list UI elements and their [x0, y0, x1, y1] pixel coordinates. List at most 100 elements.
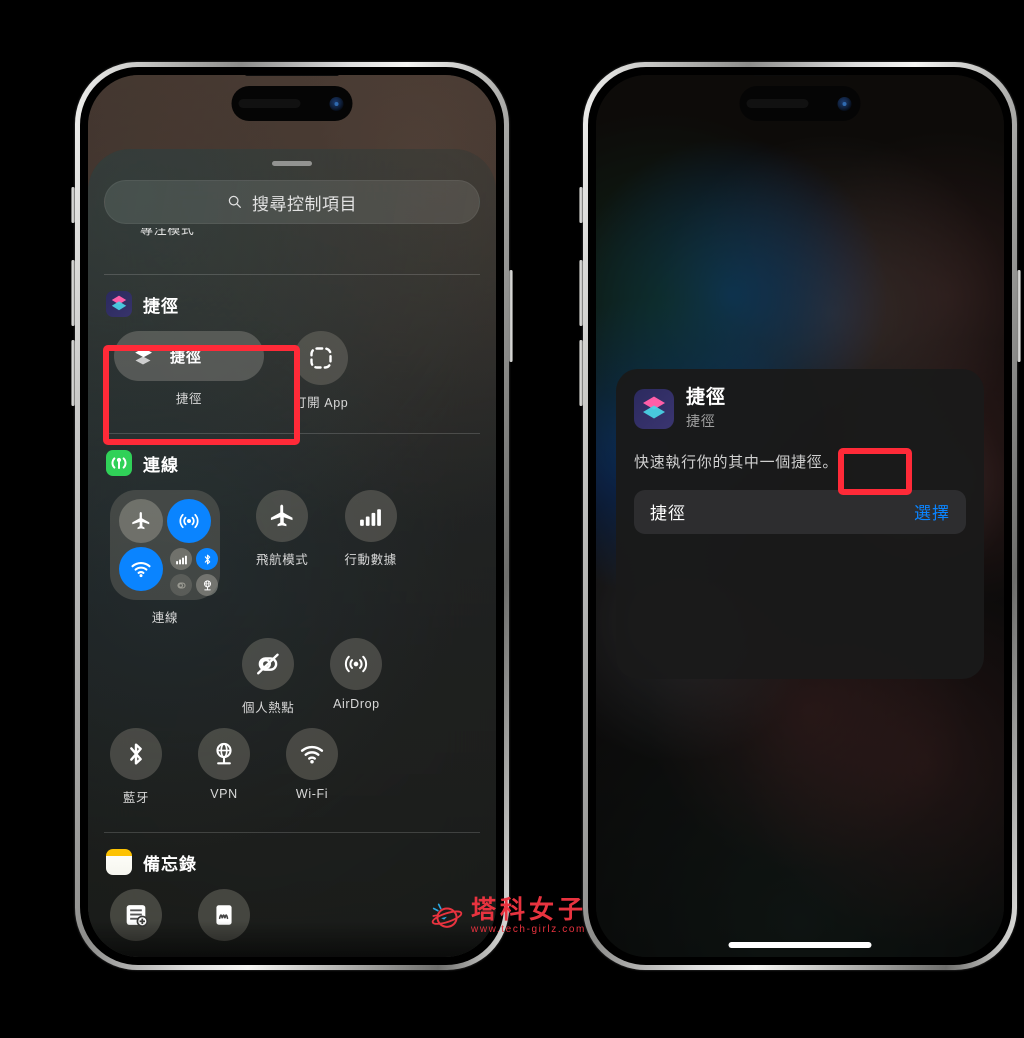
connectivity-tiles-row3: 藍牙 VPN Wi-Fi [88, 716, 496, 806]
airdrop-icon [179, 513, 199, 529]
volume-up-button[interactable] [579, 260, 583, 326]
airdrop-toggle[interactable] [167, 499, 211, 543]
volume-down-button[interactable] [71, 340, 75, 406]
wifi-button[interactable] [286, 728, 338, 780]
tile-personal-hotspot[interactable]: 個人熱點 [242, 638, 295, 716]
right-phone-bezel: 捷徑 捷徑 快速執行你的其中一個捷徑。 捷徑 選擇 [588, 67, 1012, 965]
shortcuts-app-icon [634, 388, 674, 429]
watermark-url: www.tech-girlz.com [471, 924, 586, 935]
cellular-bars-icon [175, 555, 187, 564]
vpn-globe-icon [203, 579, 211, 590]
search-input[interactable]: 搜尋控制項目 [104, 180, 480, 224]
cellular-toggle[interactable] [170, 548, 192, 570]
connectivity-tiles-row2: 個人熱點 AirDrop [88, 626, 496, 716]
dialog-header: 捷徑 捷徑 [634, 387, 966, 431]
tile-caption-hotspot: 個人熱點 [242, 701, 295, 715]
bluetooth-button[interactable] [110, 728, 162, 780]
tile-caption-airplane: 飛航模式 [256, 553, 309, 567]
dialog-title-block: 捷徑 捷徑 [686, 387, 726, 431]
watermark-text: 塔科女子 www.tech-girlz.com [471, 897, 587, 935]
tile-vpn[interactable]: VPN [198, 728, 250, 801]
airplane-mode-toggle[interactable] [119, 499, 163, 543]
left-phone-screen: 搜尋控制項目 專注模式 捷徑 捷徑 捷徑 打開 App 連線 連線 飛航模式 行… [88, 75, 496, 957]
action-button[interactable] [579, 187, 583, 223]
personal-hotspot-button[interactable] [242, 638, 295, 690]
shortcuts-pill-widget[interactable]: 捷徑 [114, 331, 264, 381]
connectivity-icon [106, 450, 132, 476]
airplane-icon [271, 504, 293, 527]
control-center-editor-sheet: 搜尋控制項目 專注模式 捷徑 捷徑 捷徑 打開 App 連線 連線 飛航模式 行… [88, 149, 496, 957]
screenshot-stage: 搜尋控制項目 專注模式 捷徑 捷徑 捷徑 打開 App 連線 連線 飛航模式 行… [0, 0, 1024, 1038]
open-app-button[interactable] [294, 331, 349, 385]
earpiece-slit [245, 75, 339, 76]
watermark-name: 塔科女子 [471, 895, 588, 924]
wifi-icon [300, 745, 324, 764]
volume-down-button[interactable] [579, 340, 583, 406]
sheet-grabber[interactable] [272, 161, 312, 166]
tile-caption-connectivity: 連線 [151, 611, 179, 625]
action-button[interactable] [71, 187, 75, 223]
volume-up-button[interactable] [71, 260, 75, 326]
bluetooth-icon [204, 554, 210, 564]
tile-caption-shortcuts: 捷徑 [175, 392, 203, 406]
dialog-title: 捷徑 [686, 387, 727, 408]
vpn-button[interactable] [198, 728, 250, 780]
cellular-data-button[interactable] [344, 490, 397, 542]
open-app-dashed-square-icon [310, 347, 332, 369]
home-indicator[interactable] [728, 942, 872, 948]
tile-caption-open-app: 打開 App [294, 396, 349, 410]
shortcut-config-dialog: 捷徑 捷徑 快速執行你的其中一個捷徑。 捷徑 選擇 [616, 369, 984, 679]
choose-button[interactable]: 選擇 [914, 499, 950, 524]
focus-section-partial: 專注模式 [88, 228, 496, 262]
tile-airdrop[interactable]: AirDrop [330, 638, 383, 711]
airplane-mode-button[interactable] [256, 490, 309, 542]
airdrop-button[interactable] [330, 638, 383, 690]
front-camera-icon [837, 96, 852, 111]
front-camera-icon [329, 96, 344, 111]
dialog-subtitle: 捷徑 [686, 412, 716, 429]
search-placeholder: 搜尋控制項目 [252, 194, 357, 214]
tile-cellular-data[interactable]: 行動數據 [344, 490, 397, 568]
power-button[interactable] [509, 270, 513, 362]
shortcut-select-row[interactable]: 捷徑 選擇 [634, 489, 966, 534]
speaker-grille-icon [238, 99, 301, 108]
tile-shortcuts-widget[interactable]: 捷徑 捷徑 [114, 331, 264, 407]
left-phone-bezel: 搜尋控制項目 專注模式 捷徑 捷徑 捷徑 打開 App 連線 連線 飛航模式 行… [80, 67, 504, 965]
right-phone-screen: 捷徑 捷徑 快速執行你的其中一個捷徑。 捷徑 選擇 [596, 75, 1004, 957]
bluetooth-toggle[interactable] [196, 548, 218, 570]
section-label-notes: 備忘錄 [143, 854, 197, 874]
cellular-bars-icon [360, 508, 382, 526]
speaker-grille-icon [746, 99, 809, 108]
search-icon [228, 195, 241, 208]
notes-app-icon [106, 849, 132, 875]
tile-connectivity-combo[interactable]: 連線 [110, 490, 220, 626]
vpn-toggle[interactable] [196, 574, 218, 596]
tile-caption-bluetooth: 藍牙 [122, 791, 150, 805]
shortcuts-app-icon [106, 291, 132, 317]
earpiece-slit [753, 75, 847, 76]
left-phone-frame: 搜尋控制項目 專注模式 捷徑 捷徑 捷徑 打開 App 連線 連線 飛航模式 行… [71, 62, 513, 970]
hotspot-off-icon [257, 653, 279, 675]
shortcuts-widget-inline-label: 捷徑 [170, 348, 203, 366]
hotspot-toggle[interactable] [170, 574, 192, 596]
tile-airplane-mode[interactable]: 飛航模式 [256, 490, 309, 568]
section-label-connectivity: 連線 [143, 455, 179, 475]
dialog-description: 快速執行你的其中一個捷徑。 [634, 453, 839, 471]
tile-bluetooth[interactable]: 藍牙 [110, 728, 162, 806]
tile-wifi[interactable]: Wi-Fi [286, 728, 338, 801]
tile-open-app[interactable]: 打開 App [294, 331, 349, 411]
shortcuts-layers-icon [135, 348, 152, 365]
hotspot-off-icon [176, 582, 186, 588]
connectivity-combo-widget[interactable] [110, 490, 220, 600]
shortcuts-tiles: 捷徑 捷徑 打開 App [88, 317, 496, 411]
power-button[interactable] [1017, 270, 1021, 362]
shortcut-field-label: 捷徑 [650, 504, 686, 524]
connectivity-tiles-row1: 連線 飛航模式 行動數據 [88, 476, 496, 626]
airplane-icon [132, 512, 150, 530]
section-header-notes: 備忘錄 [88, 833, 496, 875]
planet-logo-icon [431, 903, 463, 928]
bluetooth-icon [130, 743, 142, 765]
watermark: 塔科女子 www.tech-girlz.com [430, 897, 587, 935]
tile-caption-vpn: VPN [210, 787, 238, 801]
wifi-toggle[interactable] [119, 547, 163, 591]
